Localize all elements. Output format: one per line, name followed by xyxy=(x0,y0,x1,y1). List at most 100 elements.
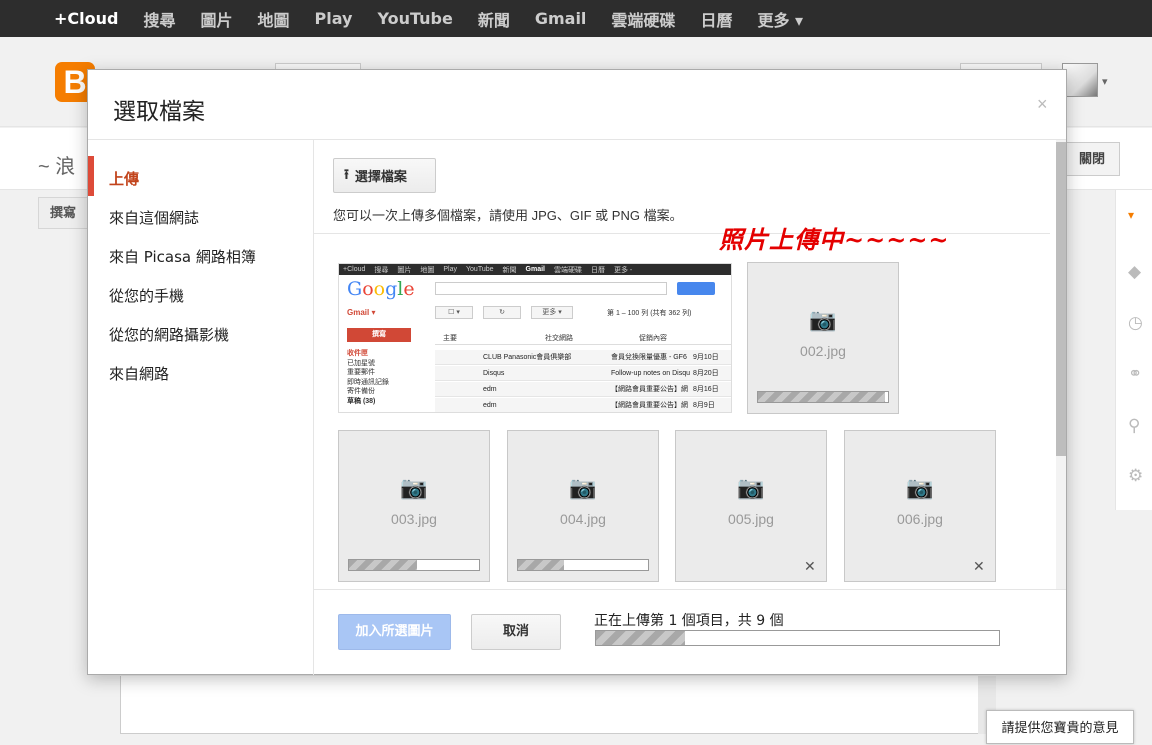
preview-nav-item: 圖片 xyxy=(397,266,412,274)
upload-thumbnail[interactable]: 📷 005.jpg ✕ xyxy=(675,430,827,582)
cancel-upload-icon[interactable]: ✕ xyxy=(804,558,816,575)
preview-mail-row: edm 【網路會員重要公告】網 8月9日 xyxy=(435,398,731,412)
add-selected-images-button[interactable]: 加入所選圖片 xyxy=(338,614,451,650)
preview-subject: 【網路會員重要公告】網 xyxy=(611,402,688,409)
source-webcam[interactable]: 從您的網路攝影機 xyxy=(109,324,229,345)
choose-files-label: 選擇檔案 xyxy=(354,170,407,185)
cancel-upload-icon[interactable]: ✕ xyxy=(973,558,985,575)
close-icon[interactable]: × xyxy=(1037,94,1048,115)
thumbnail-filename: 006.jpg xyxy=(897,511,943,527)
upload-thumbnail[interactable]: 📷 004.jpg xyxy=(507,430,659,582)
camera-icon: 📷 xyxy=(737,475,765,500)
clock-icon[interactable]: ◷ xyxy=(1128,313,1143,333)
nav-gmail[interactable]: Gmail xyxy=(535,9,587,28)
choose-files-button[interactable]: ⭱ 選擇檔案 xyxy=(333,158,436,193)
preview-subject: Follow-up notes on Disqu xyxy=(611,370,690,377)
preview-sender: CLUB Panasonic會員俱樂部 xyxy=(483,354,572,361)
preview-mail-row: edm 【網路會員重要公告】網 8月16日 xyxy=(435,382,731,397)
link-icon[interactable]: ⚭ xyxy=(1128,364,1142,384)
preview-nav-item: 日曆 xyxy=(590,266,605,274)
preview-folder: 即時通訊記錄 xyxy=(347,378,389,386)
nav-play[interactable]: Play xyxy=(315,9,353,28)
preview-more-control: 更多 ▾ xyxy=(531,306,573,319)
thumbnail-progress-fill xyxy=(349,560,417,570)
editor-area[interactable] xyxy=(120,676,996,734)
select-file-dialog: 選取檔案 × 上傳 來自這個網誌 來自 Picasa 網路相簿 從您的手機 從您… xyxy=(87,69,1067,675)
preview-nav-item: 搜尋 xyxy=(374,266,389,274)
compose-tab[interactable]: 撰寫 xyxy=(38,197,88,229)
thumbnail-filename: 005.jpg xyxy=(728,511,774,527)
camera-icon: 📷 xyxy=(906,475,934,500)
preview-subject: 【網路會員重要公告】網 xyxy=(611,386,688,393)
preview-sender: edm xyxy=(483,402,497,409)
preview-subject: 會員兌換限量優惠 - GF6 xyxy=(611,354,687,361)
preview-nav-item: Gmail xyxy=(525,266,545,273)
location-pin-icon[interactable]: ⚲ xyxy=(1128,416,1140,436)
thumbnail-filename: 003.jpg xyxy=(391,511,437,527)
preview-folder: 收件匣 xyxy=(347,350,368,357)
nav-youtube[interactable]: YouTube xyxy=(377,9,452,28)
upload-hint: 您可以一次上傳多個檔案，請使用 JPG、GIF 或 PNG 檔案。 xyxy=(333,208,683,223)
thumbnail-progress-bar xyxy=(757,391,889,403)
nav-cloud[interactable]: +Cloud xyxy=(54,9,118,28)
chevron-down-icon[interactable]: ▾ xyxy=(1102,75,1108,88)
nav-images[interactable]: 圖片 xyxy=(200,7,232,31)
thumbnail-progress-fill xyxy=(758,392,886,402)
source-phone[interactable]: 從您的手機 xyxy=(109,285,184,306)
preview-count: 第 1 – 100 列 (共有 362 列) xyxy=(607,310,692,317)
source-upload[interactable]: 上傳 xyxy=(109,168,139,189)
preview-folders: 收件匣 已加星號 重要郵件 即時通訊記錄 寄件備份 草稿 (38) xyxy=(347,349,389,406)
post-settings-column xyxy=(1115,190,1152,510)
preview-search-box xyxy=(435,282,667,295)
preview-select-control: ☐ ▾ xyxy=(435,306,473,319)
thumbnail-filename: 002.jpg xyxy=(800,343,846,359)
source-this-blog[interactable]: 來自這個網誌 xyxy=(109,207,199,228)
preview-search-button xyxy=(677,282,715,295)
camera-icon: 📷 xyxy=(569,475,597,500)
annotation-text: 照片上傳中~~~~~ xyxy=(719,225,950,254)
scrollbar-thumb[interactable] xyxy=(1056,142,1066,456)
upload-thumbnail[interactable]: 📷 002.jpg xyxy=(747,262,899,414)
nav-drive[interactable]: 雲端硬碟 xyxy=(611,7,675,31)
upload-panel: ⭱ 選擇檔案 您可以一次上傳多個檔案，請使用 JPG、GIF 或 PNG 檔案。… xyxy=(314,140,1066,590)
upload-progress-text: 正在上傳第 1 個項目，共 9 個 xyxy=(594,613,784,629)
preview-topbar: +Cloud 搜尋 圖片 地圖 Play YouTube 新聞 Gmail 雲端… xyxy=(339,264,731,275)
avatar[interactable] xyxy=(1062,63,1098,97)
upload-progress-fill xyxy=(596,631,685,645)
camera-icon: 📷 xyxy=(809,307,837,332)
close-editor-button[interactable]: 關閉 xyxy=(1064,142,1120,176)
gear-icon[interactable]: ⚙ xyxy=(1128,466,1143,486)
uploaded-image-preview[interactable]: +Cloud 搜尋 圖片 地圖 Play YouTube 新聞 Gmail 雲端… xyxy=(338,263,732,413)
active-indicator xyxy=(88,156,94,196)
preview-date: 8月16日 xyxy=(693,386,719,393)
upload-icon: ⭱ xyxy=(344,166,349,183)
label-tag-icon[interactable]: ◆ xyxy=(1128,262,1141,282)
feedback-button[interactable]: 請提供您寶貴的意見 xyxy=(986,710,1134,744)
preview-date: 8月20日 xyxy=(693,370,719,377)
nav-calendar[interactable]: 日曆 xyxy=(700,7,732,31)
preview-gmail-label: Gmail ▾ xyxy=(347,308,376,317)
upload-thumbnail[interactable]: 📷 006.jpg ✕ xyxy=(844,430,996,582)
preview-mail-row: CLUB Panasonic會員俱樂部 會員兌換限量優惠 - GF6 9月10日 xyxy=(435,350,731,365)
cancel-button[interactable]: 取消 xyxy=(471,614,561,650)
nav-more[interactable]: 更多 ▾ xyxy=(757,7,803,31)
preview-sender: edm xyxy=(483,386,497,393)
thumbnail-filename: 004.jpg xyxy=(560,511,606,527)
source-picasa[interactable]: 來自 Picasa 網路相簿 xyxy=(109,246,256,267)
nav-maps[interactable]: 地圖 xyxy=(258,7,290,31)
expand-arrow-icon[interactable]: ▾ xyxy=(1128,208,1134,222)
preview-folder: 寄件備份 xyxy=(347,388,375,395)
preview-compose: 撰寫 xyxy=(347,328,411,342)
source-url[interactable]: 來自網路 xyxy=(109,363,169,384)
preview-tabs: 主要 社交網路 促銷內容 xyxy=(435,332,731,345)
upload-progress-bar xyxy=(595,630,1000,646)
upload-thumbnail[interactable]: 📷 003.jpg xyxy=(338,430,490,582)
preview-date: 8月9日 xyxy=(693,402,715,409)
dialog-title: 選取檔案 xyxy=(113,99,205,125)
nav-news[interactable]: 新聞 xyxy=(478,7,510,31)
preview-nav-item: 更多 - xyxy=(613,266,633,274)
preview-tab: 促銷內容 xyxy=(639,335,667,342)
nav-search[interactable]: 搜尋 xyxy=(143,7,175,31)
preview-tab: 社交網路 xyxy=(545,335,573,342)
preview-nav-item: 新聞 xyxy=(502,266,517,274)
